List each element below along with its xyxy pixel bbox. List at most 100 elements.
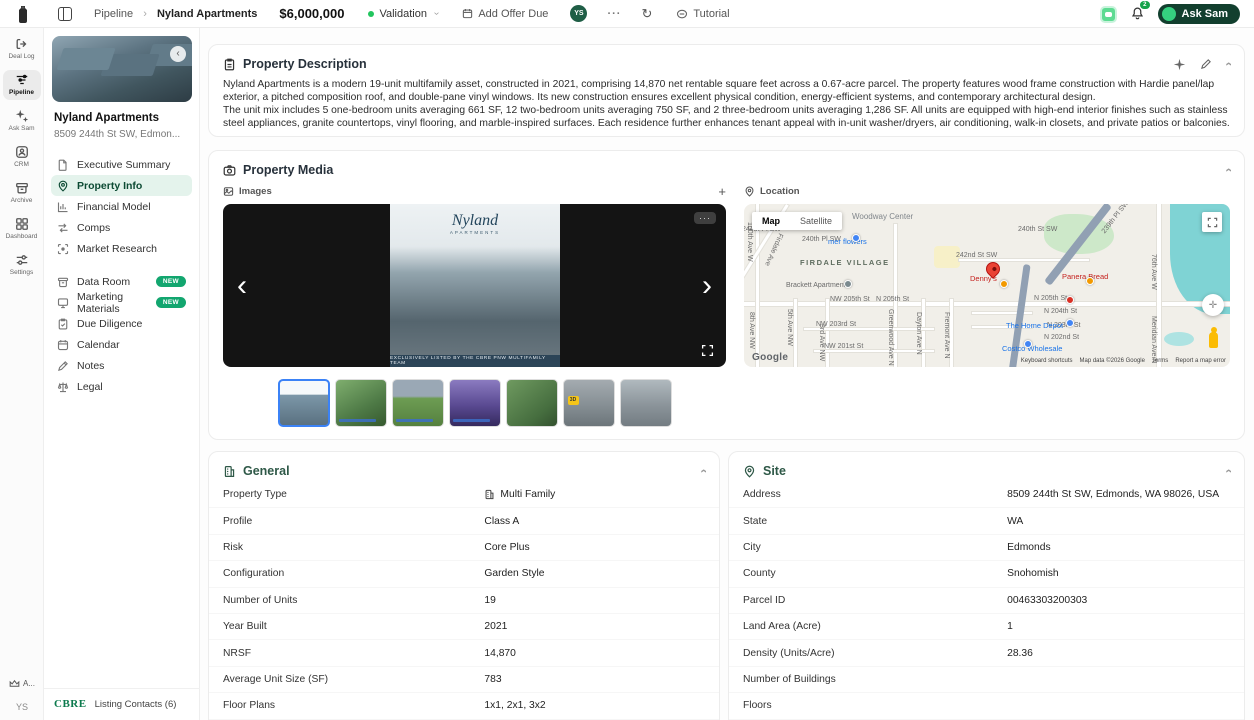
- archive-icon: [15, 182, 28, 194]
- terms-link[interactable]: Terms: [1152, 358, 1168, 364]
- rail-item-settings[interactable]: Settings: [3, 250, 41, 280]
- status-dot-icon: [368, 10, 375, 17]
- property-thumbnail[interactable]: ‹: [52, 36, 192, 102]
- description-icon: [224, 58, 235, 70]
- thumbnail-1-selected[interactable]: [277, 379, 330, 427]
- poi-marker[interactable]: [1086, 277, 1094, 285]
- keyboard-shortcuts-link[interactable]: Keyboard shortcuts: [1021, 358, 1073, 364]
- status-dropdown[interactable]: Validation ›: [368, 8, 442, 20]
- add-image-button[interactable]: +: [718, 184, 726, 199]
- section-title: General: [243, 464, 290, 478]
- thumbnail-3[interactable]: [391, 379, 444, 427]
- thumbnail-7[interactable]: [619, 379, 672, 427]
- carousel-photo: Nyland APARTMENTS EXCLUSIVELY LISTED BY …: [390, 204, 560, 367]
- map-label: Greenwood Ave N: [887, 309, 894, 366]
- poi-marker[interactable]: [1066, 296, 1074, 304]
- map-label: NW 205th St: [830, 296, 870, 303]
- thumbnail-4[interactable]: [448, 379, 501, 427]
- sidebar-toggle-icon[interactable]: [58, 6, 72, 21]
- pegman-icon[interactable]: [1209, 327, 1218, 348]
- nav-item-property-info[interactable]: Property Info: [51, 175, 192, 196]
- collapse-section-icon[interactable]: ›: [1221, 62, 1235, 66]
- nav-item-calendar[interactable]: Calendar: [51, 334, 192, 355]
- chat-widget-icon[interactable]: [1099, 5, 1117, 23]
- rail-item-ask-sam[interactable]: Ask Sam: [3, 106, 41, 136]
- account-plan-button[interactable]: A...: [9, 679, 35, 688]
- carousel-prev-button[interactable]: ‹: [237, 270, 247, 301]
- carousel-more-button[interactable]: ···: [694, 212, 716, 224]
- nav-item-legal[interactable]: Legal: [51, 376, 192, 397]
- nav-item-data-room[interactable]: Data Room NEW: [51, 271, 192, 292]
- section-title: Property Description: [243, 57, 367, 71]
- poi-marker[interactable]: [852, 234, 860, 242]
- poi-marker[interactable]: [1000, 280, 1008, 288]
- more-menu-button[interactable]: ···: [607, 8, 621, 20]
- map-view-button[interactable]: Map: [752, 212, 790, 230]
- carousel-next-button[interactable]: ›: [702, 270, 712, 301]
- breadcrumb-current[interactable]: Nyland Apartments: [157, 8, 257, 20]
- scale-icon: [57, 382, 69, 392]
- nav-item-notes[interactable]: Notes: [51, 355, 192, 376]
- rail-item-deal-log[interactable]: Deal Log: [3, 34, 41, 64]
- table-row: Profile Class A: [209, 508, 719, 535]
- rail-item-dashboard[interactable]: Dashboard: [3, 214, 41, 244]
- edit-pencil-button[interactable]: [1200, 58, 1212, 70]
- notifications-button[interactable]: 2: [1131, 0, 1150, 23]
- nav-item-financial-model[interactable]: Financial Model: [51, 196, 192, 217]
- top-bar: Pipeline › Nyland Apartments $6,000,000 …: [0, 0, 1254, 28]
- user-avatar[interactable]: YS: [16, 702, 28, 712]
- location-label: Location: [760, 185, 800, 197]
- collapse-section-icon[interactable]: ›: [696, 469, 710, 473]
- nav-item-market-research[interactable]: Market Research: [51, 238, 192, 259]
- ask-sam-button[interactable]: Ask Sam: [1157, 4, 1240, 24]
- table-row: State WA: [729, 508, 1244, 535]
- collapse-section-icon[interactable]: ›: [1221, 168, 1235, 172]
- table-row: Configuration Garden Style: [209, 561, 719, 588]
- refresh-icon[interactable]: ↻: [641, 6, 652, 22]
- map-fullscreen-button[interactable]: [1202, 212, 1222, 232]
- location-pin-icon: [745, 186, 754, 197]
- section-title: Property Media: [243, 163, 334, 177]
- rail-item-pipeline[interactable]: Pipeline: [2, 70, 41, 100]
- rail-item-crm[interactable]: CRM: [3, 142, 41, 172]
- box-icon: [57, 277, 69, 287]
- thumbnail-2[interactable]: [334, 379, 387, 427]
- listing-contacts-button[interactable]: CBRE Listing Contacts (6): [44, 688, 200, 720]
- carousel-fullscreen-button[interactable]: [701, 344, 714, 357]
- table-row: Risk Core Plus: [209, 535, 719, 562]
- new-badge: NEW: [155, 276, 186, 287]
- map-pin-icon: [58, 180, 68, 192]
- nav-item-executive-summary[interactable]: Executive Summary: [51, 154, 192, 175]
- map-label: 8th Ave NW: [748, 312, 755, 349]
- satellite-view-button[interactable]: Satellite: [790, 212, 842, 230]
- chevron-down-icon: ›: [431, 11, 443, 16]
- collapse-section-icon[interactable]: ›: [1221, 469, 1235, 473]
- cbre-logo: CBRE: [54, 698, 87, 710]
- thumbnail-5[interactable]: [505, 379, 558, 427]
- google-map[interactable]: Woodway Center 244th Pl SW 240th Pl SW m…: [744, 204, 1230, 367]
- report-link[interactable]: Report a map error: [1175, 358, 1226, 364]
- poi-marker[interactable]: [1066, 319, 1074, 327]
- assignee-avatar[interactable]: YS: [570, 5, 588, 22]
- nav-item-marketing-materials[interactable]: Marketing Materials NEW: [51, 291, 192, 315]
- tutorial-button[interactable]: Tutorial: [676, 8, 730, 20]
- thumbnail-6[interactable]: 3D: [562, 379, 615, 427]
- property-description-card: Property Description › Nyland Apartments…: [208, 44, 1245, 137]
- multifamily-icon: [485, 490, 494, 500]
- add-offer-due-button[interactable]: Add Offer Due: [462, 8, 548, 20]
- collapse-sidebar-button[interactable]: ‹: [170, 46, 186, 62]
- bar-chart-icon: [57, 202, 68, 212]
- rail-item-archive[interactable]: Archive: [3, 178, 41, 208]
- ai-sparkle-button[interactable]: [1173, 58, 1186, 71]
- poi-marker[interactable]: [1024, 340, 1032, 348]
- table-row: NRSF 14,870: [209, 640, 719, 667]
- nav-item-comps[interactable]: Comps: [51, 217, 192, 238]
- nav-item-due-diligence[interactable]: Due Diligence: [51, 313, 192, 334]
- calendar-icon: [463, 9, 473, 19]
- map-pan-control[interactable]: ✛: [1202, 294, 1224, 316]
- photo-brand-text: Nyland: [451, 212, 499, 229]
- table-row: Address 8509 244th St SW, Edmonds, WA 980…: [729, 482, 1244, 509]
- image-icon: [223, 186, 234, 196]
- poi-marker[interactable]: [844, 280, 852, 288]
- breadcrumb-root[interactable]: Pipeline: [94, 8, 133, 20]
